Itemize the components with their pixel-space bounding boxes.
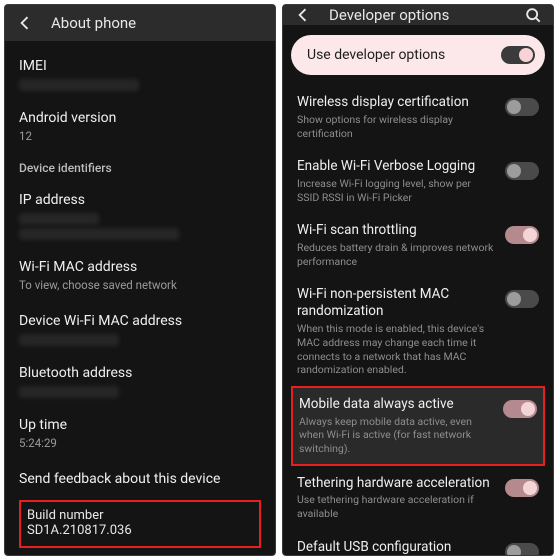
ip-value-redacted-2 [19, 228, 179, 240]
ip-address-label: IP address [19, 191, 261, 209]
device-wifi-mac-label: Device Wi-Fi MAC address [19, 312, 261, 330]
build-number-label: Build number [27, 508, 253, 523]
wifi-mac-label: Wi-Fi MAC address [19, 258, 261, 276]
wifi-mac-randomization-row[interactable]: Wi-Fi non-persistent MAC randomization W… [291, 277, 545, 385]
dev-content: Use developer options Wireless display c… [283, 25, 553, 556]
device-wifi-mac-redacted [19, 334, 119, 346]
toggle-switch[interactable] [505, 479, 539, 497]
row-desc: When this mode is enabled, this device's… [297, 322, 495, 377]
about-title: About phone [51, 14, 136, 32]
about-content: IMEI Android version 12 Device identifie… [5, 41, 275, 555]
toggle-switch[interactable] [505, 543, 539, 556]
ip-value-redacted [19, 213, 99, 225]
back-arrow-icon[interactable] [15, 13, 35, 33]
row-title: Wireless display certification [297, 94, 495, 111]
uptime-value: 5:24:29 [19, 436, 261, 452]
uptime-item[interactable]: Up time 5:24:29 [19, 408, 261, 462]
device-wifi-mac-item[interactable]: Device Wi-Fi MAC address [19, 304, 261, 356]
toggle-switch[interactable] [505, 226, 539, 244]
build-number-value: SD1A.210817.036 [27, 523, 253, 538]
bluetooth-item[interactable]: Bluetooth address [19, 356, 261, 408]
mobile-data-always-active-row[interactable]: Mobile data always active Always keep mo… [291, 386, 545, 466]
imei-value-redacted [19, 79, 139, 91]
send-feedback-label: Send feedback about this device [19, 470, 261, 488]
row-title: Wi-Fi non-persistent MAC randomization [297, 286, 495, 320]
search-icon[interactable] [523, 5, 543, 25]
row-desc: Use tethering hardware acceleration if a… [297, 493, 495, 520]
row-title: Tethering hardware acceleration [297, 475, 495, 492]
wifi-verbose-logging-row[interactable]: Enable Wi-Fi Verbose Logging Increase Wi… [291, 149, 545, 213]
build-number-item[interactable]: Build number SD1A.210817.036 [19, 500, 261, 548]
imei-item[interactable]: IMEI [19, 49, 261, 101]
wireless-display-cert-row[interactable]: Wireless display certification Show opti… [291, 85, 545, 149]
default-usb-config-row[interactable]: Default USB configuration [291, 530, 545, 556]
android-version-label: Android version [19, 109, 261, 127]
row-desc: Show options for wireless display certif… [297, 113, 495, 140]
developer-options-screen: Developer options Use developer options … [282, 4, 554, 556]
row-title: Wi-Fi scan throttling [297, 222, 495, 239]
wifi-mac-item[interactable]: Wi-Fi MAC address To view, choose saved … [19, 250, 261, 304]
dev-topbar: Developer options [283, 5, 553, 25]
row-title: Default USB configuration [297, 539, 495, 556]
wifi-mac-sub: To view, choose saved network [19, 278, 261, 294]
use-dev-switch[interactable] [501, 46, 535, 64]
dev-title: Developer options [329, 6, 449, 24]
row-title: Enable Wi-Fi Verbose Logging [297, 158, 495, 175]
uptime-label: Up time [19, 416, 261, 434]
use-dev-label: Use developer options [307, 47, 445, 63]
row-desc: Increase Wi-Fi logging level, show per S… [297, 177, 495, 204]
tethering-hw-accel-row[interactable]: Tethering hardware acceleration Use teth… [291, 466, 545, 530]
send-feedback-item[interactable]: Send feedback about this device [19, 462, 261, 498]
back-arrow-icon[interactable] [293, 5, 313, 25]
bluetooth-label: Bluetooth address [19, 364, 261, 382]
toggle-switch[interactable] [505, 290, 539, 308]
about-phone-screen: About phone IMEI Android version 12 Devi… [4, 4, 276, 556]
device-identifiers-header: Device identifiers [19, 155, 261, 183]
wifi-scan-throttling-row[interactable]: Wi-Fi scan throttling Reduces battery dr… [291, 213, 545, 277]
ip-address-item[interactable]: IP address [19, 183, 261, 250]
android-version-item[interactable]: Android version 12 [19, 101, 261, 155]
bluetooth-redacted [19, 386, 119, 398]
toggle-switch[interactable] [505, 98, 539, 116]
row-desc: Reduces battery drain & improves network… [297, 241, 495, 268]
android-version-value: 12 [19, 129, 261, 145]
imei-label: IMEI [19, 57, 261, 75]
row-desc: Always keep mobile data active, even whe… [299, 415, 493, 456]
toggle-switch[interactable] [503, 400, 537, 418]
row-title: Mobile data always active [299, 396, 493, 413]
about-topbar: About phone [5, 5, 275, 41]
toggle-switch[interactable] [505, 162, 539, 180]
use-developer-options-toggle[interactable]: Use developer options [291, 35, 545, 75]
